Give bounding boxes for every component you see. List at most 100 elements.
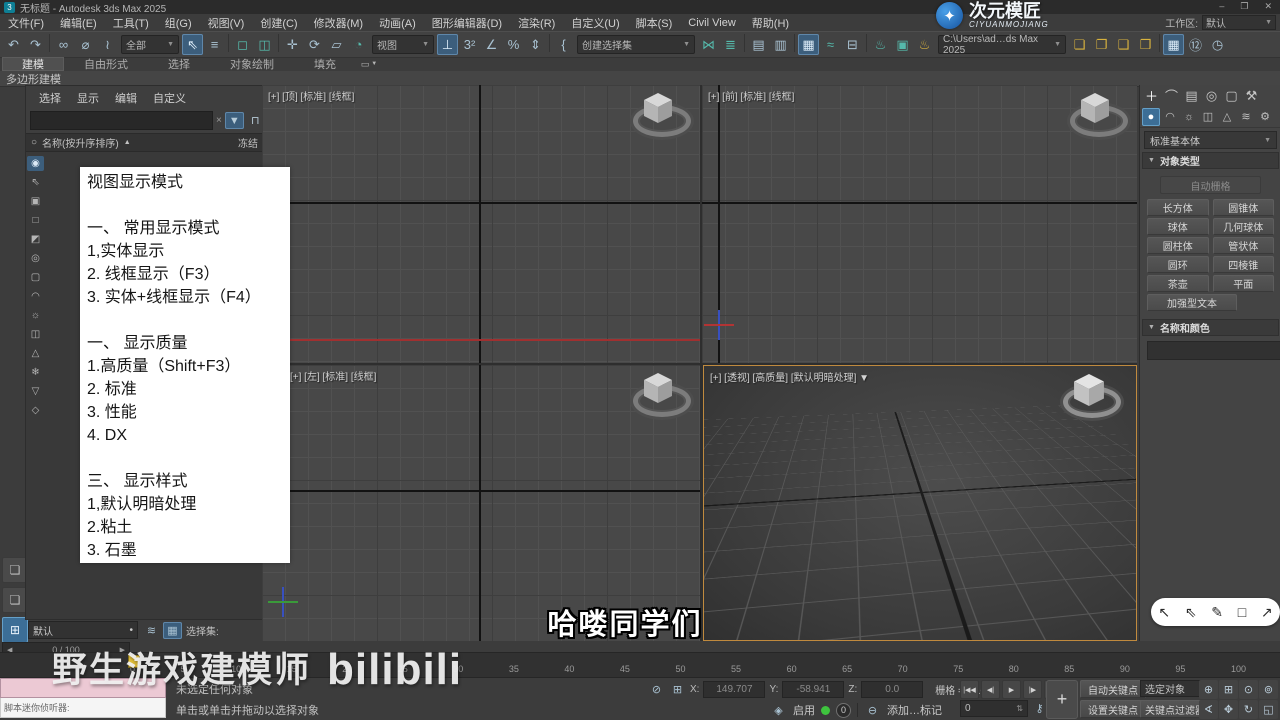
view-cube-box[interactable]: [1074, 374, 1104, 406]
explorer-grid-icon[interactable]: ▦: [163, 621, 182, 639]
view-cube[interactable]: [630, 371, 691, 421]
unlink-selection-icon[interactable]: ⌀: [75, 34, 96, 55]
separator[interactable]: [549, 34, 550, 52]
percent-snap-icon[interactable]: %: [503, 34, 524, 55]
edit-named-selection-sets-icon[interactable]: {: [553, 34, 574, 55]
next-frame-button[interactable]: |▶: [1023, 680, 1042, 699]
search-input[interactable]: [30, 111, 213, 130]
viewport-left-label[interactable]: [+] [左] [标准] [线框]: [290, 368, 376, 383]
maximize-viewport-icon[interactable]: ◱: [1259, 700, 1278, 719]
view-cube[interactable]: [1067, 91, 1128, 141]
systems-icon[interactable]: ⚙: [1256, 108, 1274, 126]
separator[interactable]: [228, 34, 229, 52]
render-setup-icon[interactable]: ♨: [870, 34, 891, 55]
set-keys-button[interactable]: +: [1046, 680, 1078, 719]
time-tag-icon[interactable]: ⊖: [864, 702, 881, 718]
open-folder-icon[interactable]: ❏: [1069, 34, 1090, 55]
explorer-menu-item[interactable]: 编辑: [108, 90, 144, 106]
align-icon[interactable]: ≣: [720, 34, 741, 55]
field-of-view-icon[interactable]: ∢: [1199, 700, 1218, 719]
select-object-icon[interactable]: ⇖: [182, 34, 203, 55]
select-and-link-icon[interactable]: ∞: [53, 34, 74, 55]
rectangle-tool-icon[interactable]: □: [1238, 604, 1246, 620]
view-cube[interactable]: [1060, 372, 1121, 422]
display-geometry-icon[interactable]: ▢: [27, 270, 44, 285]
toggle-ribbon-icon[interactable]: ▦: [798, 34, 819, 55]
menu-item[interactable]: 帮助(H): [744, 15, 797, 31]
rectangular-selection-region-icon[interactable]: ◻: [232, 34, 253, 55]
play-button[interactable]: ▶: [1002, 680, 1021, 699]
autogrid-toggle[interactable]: 自动栅格: [1160, 176, 1261, 194]
helpers-icon[interactable]: △: [1218, 108, 1236, 126]
view-cube-box[interactable]: [644, 373, 672, 403]
filter-icon[interactable]: ▼: [224, 112, 244, 129]
time-slider-handle[interactable]: [128, 655, 140, 668]
menu-item[interactable]: Civil View: [680, 17, 743, 29]
separator[interactable]: [278, 34, 279, 52]
object-type-button[interactable]: 圆环: [1147, 256, 1209, 273]
object-type-button[interactable]: 圆柱体: [1147, 237, 1209, 254]
toggle-layer-explorer-icon[interactable]: ▥: [770, 34, 791, 55]
menu-item[interactable]: 自定义(U): [563, 15, 627, 31]
select-pointer-icon[interactable]: ⇖: [1185, 604, 1197, 621]
ribbon-options-icon[interactable]: ▭ ▼: [356, 57, 382, 71]
timeline[interactable]: 0 5 10 15 20 25 30 35 40 45 50 55 60 65 70 75 80 85 90 95 10…: [0, 652, 1280, 678]
maxscript-mini-listener[interactable]: 脚本迷你侦听器:: [0, 678, 166, 720]
select-by-name-icon[interactable]: ≡: [204, 34, 225, 55]
menu-item[interactable]: 创建(C): [252, 15, 305, 31]
viewport-top-label[interactable]: [+] [顶] [标准] [线框]: [268, 88, 354, 103]
text-plus-button[interactable]: 加强型文本: [1147, 294, 1237, 311]
object-type-button[interactable]: 茶壶: [1147, 275, 1209, 292]
menu-item[interactable]: 编辑(E): [52, 15, 105, 31]
render-production-icon[interactable]: ♨: [914, 34, 935, 55]
menu-item[interactable]: 动画(A): [371, 15, 424, 31]
zoom-icon[interactable]: ⊕: [1199, 680, 1218, 699]
import-icon[interactable]: ❑: [1113, 34, 1134, 55]
orbit-icon[interactable]: ↻: [1239, 700, 1258, 719]
y-coordinate-field[interactable]: -58.941: [782, 681, 845, 698]
workspace-dropdown[interactable]: 默认 ▼: [1202, 15, 1276, 30]
utilities-tab[interactable]: ⚒: [1242, 86, 1261, 105]
menu-item[interactable]: 文件(F): [0, 15, 52, 31]
time-configuration-icon[interactable]: ◷: [1207, 34, 1228, 55]
toggle-scene-explorer-icon[interactable]: ▤: [748, 34, 769, 55]
freeze-icon[interactable]: ❄: [27, 365, 44, 380]
frame-rate-icon[interactable]: ⑫: [1185, 34, 1206, 55]
minimize-button[interactable]: –: [1219, 1, 1224, 12]
ribbon-tab[interactable]: 对象绘制: [210, 57, 294, 71]
display-tab[interactable]: ▢: [1222, 86, 1241, 105]
listener-script-row[interactable]: 脚本迷你侦听器:: [0, 698, 166, 718]
z-coordinate-field[interactable]: 0.0: [861, 681, 924, 698]
bind-to-space-warp-icon[interactable]: ≀: [97, 34, 118, 55]
offset-mode-icon[interactable]: ⊞: [669, 682, 686, 698]
layers-icon[interactable]: ≋: [142, 622, 161, 639]
object-type-button[interactable]: 平面: [1212, 275, 1274, 292]
select-none-icon[interactable]: □: [27, 213, 44, 228]
name-color-rollout[interactable]: ▼ 名称和颜色: [1142, 319, 1279, 336]
redo-icon[interactable]: ↷: [25, 34, 46, 55]
auto-key-button[interactable]: 自动关键点: [1080, 680, 1146, 698]
add-time-tag[interactable]: 添加…标记: [887, 702, 942, 718]
selection-filter-dropdown[interactable]: 全部 ▼: [121, 35, 179, 54]
zoom-all-icon[interactable]: ⊞: [1219, 680, 1238, 699]
pen-icon[interactable]: ✎: [1211, 604, 1223, 621]
geometry-icon[interactable]: ●: [1142, 107, 1160, 126]
named-selection-set-field[interactable]: 创建选择集 ▼: [577, 35, 695, 54]
select-and-manipulate-icon[interactable]: ◔: [348, 34, 369, 55]
object-type-button[interactable]: 长方体: [1147, 199, 1209, 216]
select-and-scale-icon[interactable]: ▱: [326, 34, 347, 55]
set-key-button[interactable]: 设置关键点: [1080, 700, 1146, 718]
use-pivot-point-icon[interactable]: ⊥: [437, 34, 458, 55]
pointer-cursor-icon[interactable]: ↖: [1158, 604, 1170, 621]
select-and-rotate-icon[interactable]: ⟳: [304, 34, 325, 55]
go-to-start-button[interactable]: |◀◀: [960, 680, 979, 699]
pan-icon[interactable]: ✥: [1219, 700, 1238, 719]
maximize-button[interactable]: ❐: [1240, 1, 1248, 12]
current-frame-field[interactable]: 0 ⇅: [960, 700, 1028, 717]
viewport-perspective-label[interactable]: [+] [透视] [高质量] [默认明暗处理] ▼: [710, 369, 869, 384]
close-button[interactable]: ✕: [1264, 1, 1272, 12]
object-name-input[interactable]: [1147, 341, 1280, 360]
ribbon-tab[interactable]: 选择: [148, 57, 210, 71]
layout-preset-dropdown[interactable]: 默认 •: [28, 621, 138, 639]
arrow-tool-icon[interactable]: ↗: [1261, 604, 1273, 621]
